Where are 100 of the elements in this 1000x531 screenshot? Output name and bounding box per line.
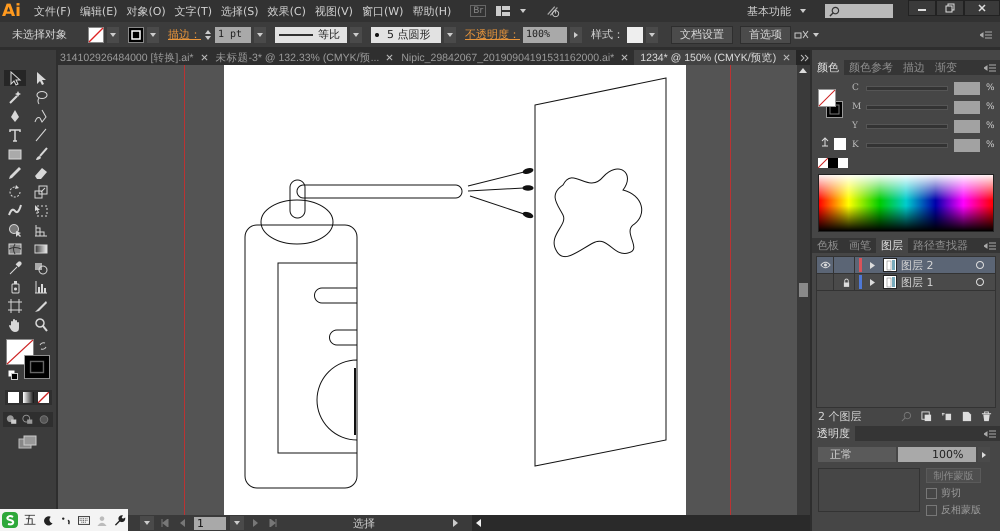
overflow-icon[interactable] bbox=[800, 54, 810, 62]
document-tab[interactable]: 314102926484000 [转换].ai* bbox=[58, 50, 214, 65]
panel-tab[interactable]: 颜色 bbox=[812, 60, 844, 75]
stroke-swatch[interactable] bbox=[24, 355, 50, 379]
no-fill-swatch[interactable] bbox=[818, 158, 828, 168]
fill-swatch[interactable] bbox=[88, 26, 104, 42]
slider-toggle-button[interactable] bbox=[570, 26, 582, 42]
menu-item[interactable]: 文件(F) bbox=[34, 4, 71, 18]
scroll-up-icon[interactable] bbox=[799, 68, 807, 73]
layout-icon[interactable] bbox=[495, 4, 512, 18]
panel-menu-icon[interactable] bbox=[984, 430, 996, 438]
panel-tab[interactable]: 路径查找器 bbox=[908, 238, 973, 253]
status-menu-icon[interactable] bbox=[451, 519, 459, 527]
fill-stroke-swatch[interactable] bbox=[818, 89, 844, 119]
input-mode-label[interactable]: 五 bbox=[24, 512, 36, 528]
panel-menu-icon[interactable] bbox=[984, 64, 996, 72]
channel-value-field[interactable] bbox=[954, 82, 980, 94]
style-swatch[interactable] bbox=[627, 26, 643, 42]
color-swatch[interactable] bbox=[828, 158, 838, 168]
new-layer-icon[interactable] bbox=[961, 410, 972, 422]
zoom-dropdown-button[interactable] bbox=[140, 516, 154, 530]
channel-value-field[interactable] bbox=[954, 100, 980, 114]
swap-icon[interactable] bbox=[38, 341, 48, 351]
opacity-field[interactable]: 100% bbox=[523, 26, 567, 42]
target-circle-icon[interactable] bbox=[975, 260, 985, 270]
lock-icon[interactable] bbox=[842, 278, 850, 286]
previous-page-icon[interactable] bbox=[179, 519, 187, 527]
checkbox[interactable] bbox=[926, 504, 937, 516]
stroke-swatch[interactable] bbox=[128, 26, 144, 42]
none-mode-icon[interactable] bbox=[38, 392, 48, 403]
keyboard-icon[interactable] bbox=[78, 514, 90, 526]
menu-item[interactable]: 编辑(E) bbox=[80, 4, 118, 18]
clipping-mask-icon[interactable] bbox=[921, 410, 932, 422]
panel-tab[interactable]: 颜色参考 bbox=[844, 60, 898, 75]
next-page-icon[interactable] bbox=[251, 519, 259, 527]
close-icon[interactable] bbox=[386, 54, 394, 61]
stroke-weight-field[interactable]: 1 pt bbox=[215, 26, 251, 42]
horizontal-scrollbar[interactable] bbox=[472, 515, 810, 531]
blend-mode-dropdown[interactable]: 正常 bbox=[818, 447, 896, 462]
panel-tab[interactable]: 透明度 bbox=[812, 426, 855, 441]
panel-menu-icon[interactable] bbox=[984, 242, 996, 250]
menu-item[interactable]: 效果(C) bbox=[268, 4, 306, 18]
close-icon[interactable] bbox=[783, 54, 790, 61]
expand-icon[interactable] bbox=[870, 278, 875, 286]
menu-item[interactable]: 文字(T) bbox=[174, 4, 212, 18]
toolbar-button[interactable]: 首选项 bbox=[740, 26, 791, 44]
menu-item[interactable]: 选择(S) bbox=[221, 4, 259, 18]
layer-row[interactable]: 图层 2 bbox=[817, 257, 995, 274]
channel-value-field[interactable] bbox=[954, 138, 980, 152]
default-colors-icon[interactable] bbox=[8, 370, 18, 380]
dropdown-button[interactable] bbox=[646, 26, 658, 42]
dropdown-button[interactable] bbox=[147, 26, 159, 42]
caret-icon[interactable] bbox=[520, 9, 526, 13]
panel-tab[interactable]: 渐变 bbox=[930, 60, 962, 75]
checkbox[interactable] bbox=[926, 488, 937, 498]
brush-field[interactable]: 5 点圆形 bbox=[371, 26, 441, 42]
toolbar-button[interactable]: 文档设置 bbox=[671, 26, 733, 44]
ime-logo-icon[interactable] bbox=[2, 512, 18, 528]
first-page-icon[interactable] bbox=[161, 519, 169, 527]
expand-icon[interactable] bbox=[870, 262, 875, 268]
stroke-label[interactable]: 描边： bbox=[168, 27, 201, 42]
eye-icon[interactable] bbox=[820, 261, 830, 269]
document-tab[interactable]: 未标题-3* @ 132.33% (CMYK/预... bbox=[214, 50, 400, 65]
dropdown-button[interactable] bbox=[444, 26, 456, 42]
color-spectrum[interactable] bbox=[818, 174, 994, 232]
color-swatch[interactable] bbox=[838, 158, 848, 168]
wrench-icon[interactable] bbox=[114, 514, 126, 526]
panel-tab[interactable]: 图层 bbox=[876, 238, 908, 253]
caret-icon[interactable] bbox=[813, 32, 819, 36]
draw-behind-icon[interactable] bbox=[22, 414, 34, 425]
dropdown-button[interactable] bbox=[230, 516, 244, 530]
panel-menu-icon[interactable] bbox=[980, 30, 992, 38]
spinner-arrows-icon[interactable] bbox=[204, 28, 212, 42]
dropdown-button[interactable] bbox=[350, 26, 362, 42]
menu-item[interactable]: 帮助(H) bbox=[412, 4, 452, 18]
close-icon[interactable] bbox=[200, 54, 208, 61]
minimize-button[interactable] bbox=[908, 0, 936, 16]
restore-button[interactable] bbox=[936, 0, 964, 16]
close-button[interactable] bbox=[964, 0, 1000, 16]
panel-tab[interactable]: 描边 bbox=[898, 60, 930, 75]
menu-item[interactable]: 对象(O) bbox=[126, 4, 166, 18]
bridge-button[interactable]: Br bbox=[470, 5, 486, 17]
dropdown-button[interactable] bbox=[107, 26, 119, 42]
new-sublayer-icon[interactable] bbox=[941, 410, 952, 422]
gradient-mode-icon[interactable] bbox=[22, 392, 34, 403]
stroke-profile-field[interactable]: 等比 bbox=[275, 26, 347, 42]
menu-item[interactable]: 窗口(W) bbox=[362, 4, 404, 18]
panel-tab[interactable]: 色板 bbox=[812, 238, 844, 253]
menu-item[interactable]: 视图(V) bbox=[314, 4, 353, 18]
workspace-switcher[interactable]: 基本功能 bbox=[747, 4, 791, 18]
opacity-label[interactable]: 不透明度： bbox=[465, 27, 520, 42]
screen-mode-icon[interactable] bbox=[18, 435, 38, 449]
slider-toggle-button[interactable] bbox=[978, 447, 990, 462]
panel-tab[interactable]: 画笔 bbox=[844, 238, 876, 253]
trash-icon[interactable] bbox=[981, 410, 992, 422]
opacity-field[interactable]: 100% bbox=[898, 447, 976, 462]
scroll-thumb[interactable] bbox=[799, 283, 808, 297]
last-color-swatch[interactable] bbox=[834, 138, 846, 150]
color-mode-icon[interactable] bbox=[8, 392, 18, 403]
draw-inside-icon[interactable] bbox=[38, 414, 50, 425]
